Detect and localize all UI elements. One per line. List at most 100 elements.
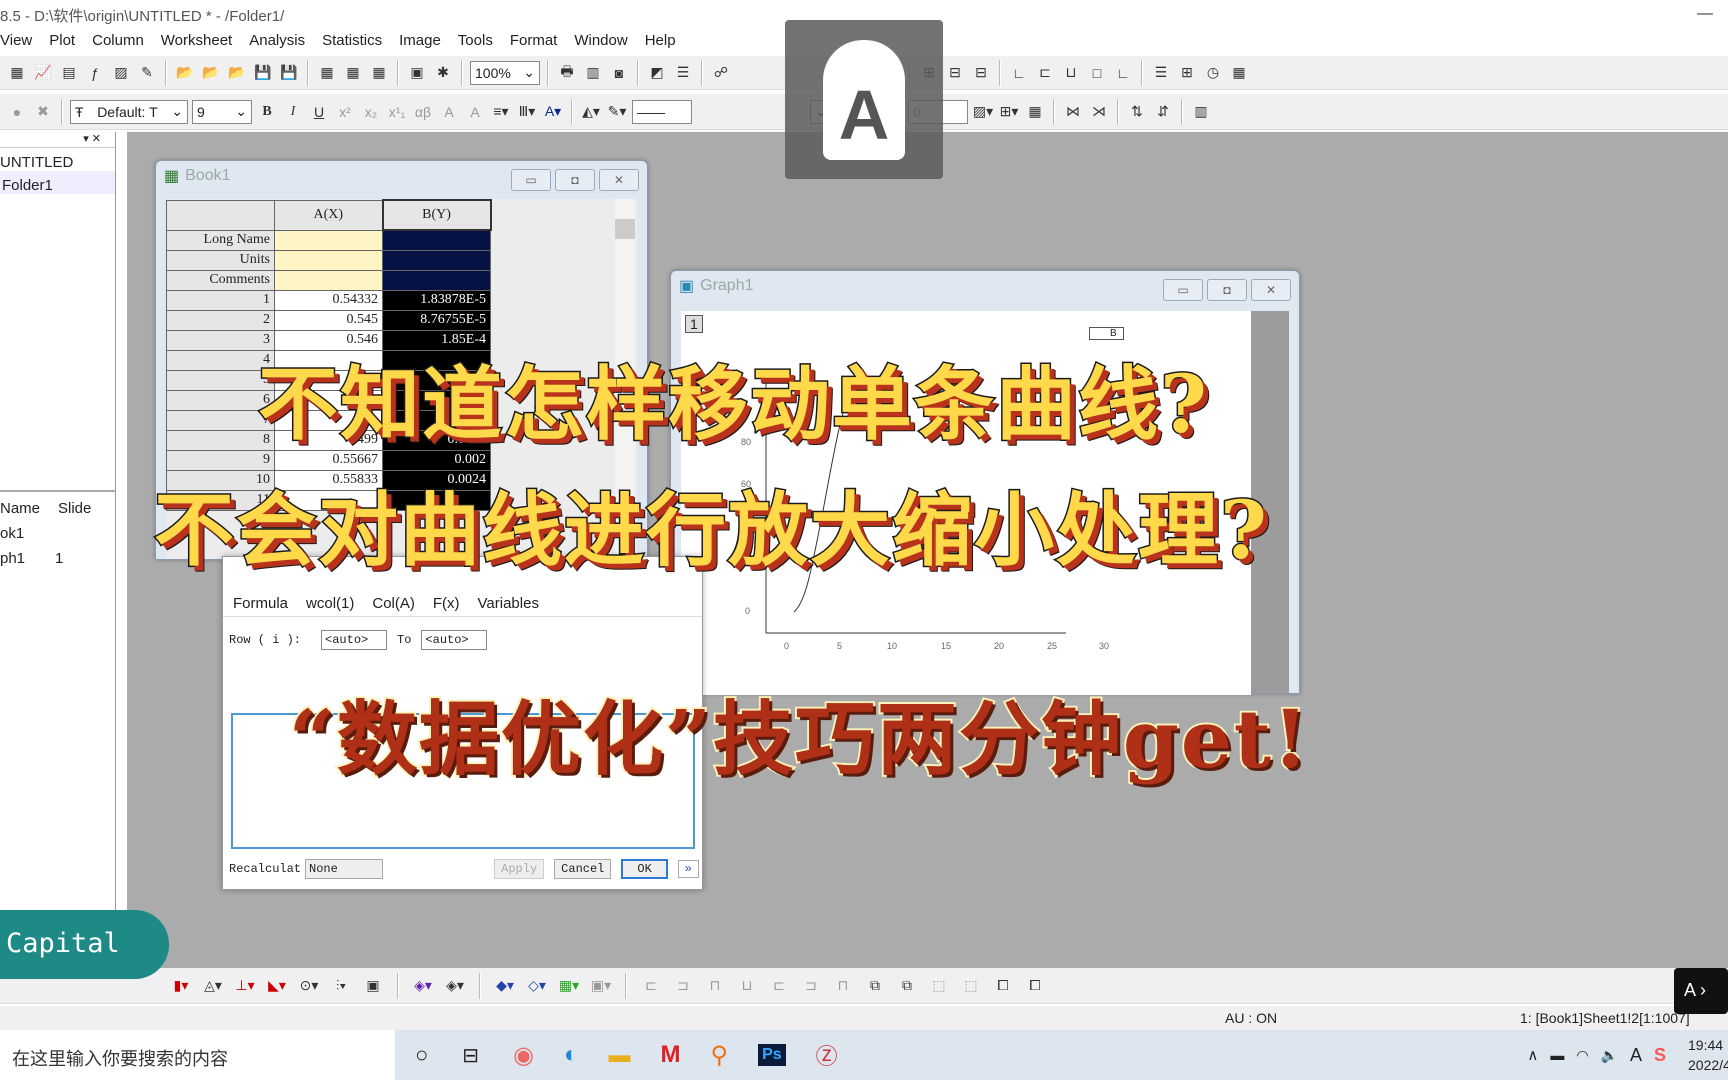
results-log-icon[interactable]: ☰: [672, 62, 694, 84]
layout-icon[interactable]: ⊟: [970, 62, 992, 84]
column-name[interactable]: Name: [0, 500, 40, 517]
greek-icon[interactable]: αβ: [412, 101, 434, 123]
minimize-button[interactable]: ▭: [511, 169, 551, 191]
axis-icon[interactable]: ⊔: [1060, 62, 1082, 84]
align-icon[interactable]: ⊐: [800, 975, 822, 997]
grid-icon[interactable]: ⊞: [1176, 62, 1198, 84]
candle-icon[interactable]: ⫶▾: [330, 975, 352, 997]
line-style-select[interactable]: ——: [632, 99, 692, 124]
region-icon[interactable]: ✖: [32, 101, 54, 123]
new-function-icon[interactable]: ƒ: [84, 62, 106, 84]
menu-statistics[interactable]: Statistics: [322, 32, 382, 49]
bold-icon[interactable]: B: [256, 101, 278, 123]
image-icon[interactable]: ▣▾: [590, 975, 612, 997]
search-app-icon[interactable]: ⚲: [711, 1041, 729, 1070]
table-row[interactable]: 1 0.54332 1.83878E-5: [166, 289, 491, 311]
copy-page-icon[interactable]: ◙: [608, 62, 630, 84]
box-plot-icon[interactable]: ⊥▾: [234, 975, 256, 997]
code-builder-icon[interactable]: ◩: [646, 62, 668, 84]
superscript-icon[interactable]: x²: [334, 101, 356, 123]
align-icon[interactable]: ⊓: [704, 975, 726, 997]
list-icon[interactable]: ☰: [1150, 62, 1172, 84]
pointer-icon[interactable]: ●: [6, 101, 28, 123]
underline-icon[interactable]: U: [308, 101, 330, 123]
cortana-icon[interactable]: ○: [415, 1042, 428, 1068]
mask-icon[interactable]: ⋈: [1062, 101, 1084, 123]
column-slide[interactable]: Slide: [58, 500, 91, 517]
tab-col[interactable]: Col(A): [372, 595, 415, 616]
app-z-icon[interactable]: Ⓩ: [816, 1039, 838, 1071]
app-m-icon[interactable]: M: [661, 1041, 681, 1069]
layout-icon[interactable]: ⊟: [944, 62, 966, 84]
origin-app-icon[interactable]: ◉: [513, 1041, 534, 1070]
menu-analysis[interactable]: Analysis: [249, 32, 305, 49]
align-left-icon[interactable]: ⊏: [640, 975, 662, 997]
close-button[interactable]: ✕: [599, 169, 639, 191]
close-button[interactable]: ✕: [1251, 279, 1291, 301]
pattern-fill-icon[interactable]: ▨▾: [972, 101, 994, 123]
import-multiple-icon[interactable]: ▦: [368, 62, 390, 84]
axis-icon[interactable]: ⊏: [1034, 62, 1056, 84]
front-icon[interactable]: ⬚: [928, 975, 950, 997]
file-explorer-icon[interactable]: ▬: [609, 1042, 631, 1068]
ungroup-icon[interactable]: ⧉: [896, 975, 918, 997]
table-icon[interactable]: ▦: [1024, 101, 1046, 123]
restore-button[interactable]: ◘: [1207, 279, 1247, 301]
tab-formula[interactable]: Formula: [233, 595, 288, 616]
decrease-font-icon[interactable]: A: [464, 101, 486, 123]
tray-chevron-icon[interactable]: ∧: [1527, 1046, 1538, 1064]
menu-window[interactable]: Window: [574, 32, 627, 49]
open-excel-icon[interactable]: 📂: [226, 62, 248, 84]
clock-icon[interactable]: ◷: [1202, 62, 1224, 84]
row-to-input[interactable]: <auto>: [421, 630, 488, 650]
tree-root[interactable]: UNTITLED: [0, 148, 115, 171]
photoshop-icon[interactable]: Ps: [758, 1044, 786, 1066]
align-icon[interactable]: ⊓: [832, 975, 854, 997]
supersubscript-icon[interactable]: x¹₁: [386, 101, 408, 123]
recalculate-icon[interactable]: ▣: [406, 62, 428, 84]
align-icon[interactable]: ⊔: [736, 975, 758, 997]
tab-variables[interactable]: Variables: [478, 595, 539, 616]
arrange-icon[interactable]: ⇵: [1152, 101, 1174, 123]
new-graph-icon[interactable]: 📈: [32, 62, 54, 84]
area-fill-icon[interactable]: ◣▾: [266, 975, 288, 997]
unmask-icon[interactable]: ⋊: [1088, 101, 1110, 123]
axis-icon[interactable]: ∟: [1112, 62, 1134, 84]
resize-icon[interactable]: ⧠: [992, 975, 1014, 997]
align-icon[interactable]: ≡▾: [490, 101, 512, 123]
list-item[interactable]: ph1 1: [0, 550, 116, 567]
tab-fx[interactable]: F(x): [433, 595, 460, 616]
3d-icon[interactable]: ◈▾: [412, 975, 434, 997]
font-select[interactable]: Ŧ Default: T ⌄: [70, 99, 188, 124]
menu-worksheet[interactable]: Worksheet: [161, 32, 232, 49]
contour-icon[interactable]: ▦▾: [558, 975, 580, 997]
font-color-icon[interactable]: A▾: [542, 101, 564, 123]
pattern-icon[interactable]: Ⅲ▾: [516, 101, 538, 123]
new-layout-icon[interactable]: ▨: [110, 62, 132, 84]
cell-b[interactable]: 8.76755E-5: [382, 309, 491, 331]
save-template-icon[interactable]: 💾: [278, 62, 300, 84]
tree-folder[interactable]: Folder1: [0, 171, 115, 194]
list-item[interactable]: ok1: [0, 525, 116, 542]
zoom-select[interactable]: 100% ⌄: [470, 60, 540, 85]
menu-column[interactable]: Column: [92, 32, 144, 49]
cell-a[interactable]: 0.545: [274, 309, 383, 331]
menu-view[interactable]: View: [0, 32, 32, 49]
import-icon[interactable]: ▦: [316, 62, 338, 84]
row-number[interactable]: 1: [166, 289, 275, 311]
print-icon[interactable]: 🖶: [556, 62, 578, 84]
expand-icon[interactable]: »: [677, 860, 699, 878]
menu-image[interactable]: Image: [399, 32, 441, 49]
lock-icon[interactable]: ▥: [1190, 101, 1212, 123]
menu-format[interactable]: Format: [510, 32, 558, 49]
italic-icon[interactable]: I: [282, 101, 304, 123]
run-icon[interactable]: ✱: [432, 62, 454, 84]
wire-icon[interactable]: ◇▾: [526, 975, 548, 997]
restore-button[interactable]: ◘: [555, 169, 595, 191]
column-header-b[interactable]: B(Y): [381, 199, 492, 231]
column-plot-icon[interactable]: ▮▾: [170, 975, 192, 997]
save-icon[interactable]: 💾: [252, 62, 274, 84]
column-header-a[interactable]: A(X): [274, 199, 383, 231]
arrange-icon[interactable]: ⇅: [1126, 101, 1148, 123]
3d-bar-icon[interactable]: ◈▾: [444, 975, 466, 997]
